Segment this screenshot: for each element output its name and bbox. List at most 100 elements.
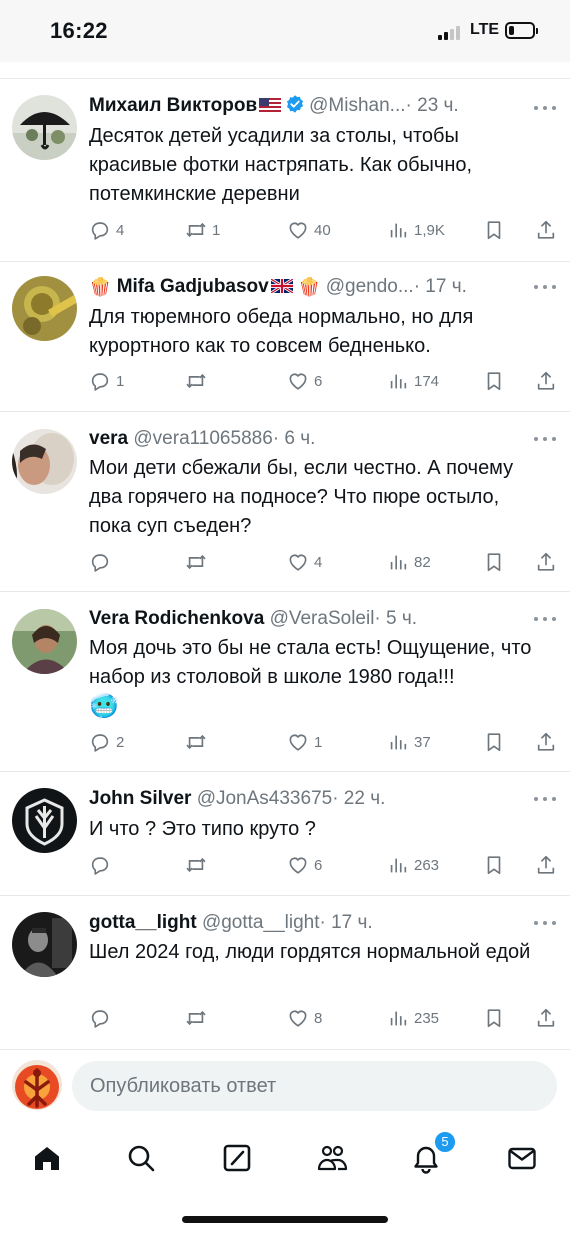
reply[interactable]: Михаил Викторов @Mishan...· 23 ч. Десяток…	[0, 79, 570, 262]
handle[interactable]: @VeraSoleil	[270, 608, 375, 629]
display-name[interactable]: vera	[89, 428, 128, 449]
share-icon	[537, 371, 555, 390]
bookmark-button[interactable]	[483, 1006, 505, 1030]
more-icon[interactable]	[534, 797, 556, 803]
reply-icon	[91, 222, 109, 240]
repost-button[interactable]	[185, 730, 212, 754]
timestamp[interactable]: · 23 ч.	[406, 95, 459, 116]
share-button[interactable]	[535, 730, 557, 754]
repost-button[interactable]	[185, 1006, 212, 1030]
more-icon[interactable]	[534, 106, 556, 112]
tab-messages[interactable]	[502, 1138, 542, 1178]
display-name[interactable]: John Silver	[89, 788, 191, 809]
reply-button[interactable]	[89, 853, 116, 877]
views-button[interactable]: 263	[387, 853, 439, 877]
avatar[interactable]	[12, 429, 77, 494]
repost-icon	[186, 373, 206, 389]
repost-button[interactable]: 1	[185, 218, 220, 242]
reply-button[interactable]: 1	[89, 369, 124, 393]
us-flag-icon	[259, 98, 282, 112]
grok-icon	[223, 1144, 251, 1172]
like-count: 6	[314, 372, 323, 390]
avatar[interactable]	[12, 609, 77, 674]
timestamp[interactable]: · 5 ч.	[374, 608, 417, 629]
views-button[interactable]: 235	[387, 1006, 439, 1030]
more-icon[interactable]	[534, 285, 556, 291]
reply-button[interactable]: 2	[89, 730, 124, 754]
bookmark-icon	[487, 553, 501, 572]
more-icon[interactable]	[534, 437, 556, 443]
share-button[interactable]	[535, 853, 557, 877]
repost-icon	[186, 857, 206, 873]
bookmark-button[interactable]	[483, 218, 505, 242]
reply[interactable]: John Silver @JonAs433675· 22 ч. И что ? …	[0, 772, 570, 896]
avatar[interactable]	[12, 912, 77, 977]
notifications-badge: 5	[434, 1131, 456, 1153]
display-name[interactable]: gotta__light	[89, 912, 197, 933]
like-button[interactable]: 8	[287, 1006, 322, 1030]
avatar[interactable]	[12, 276, 77, 341]
like-button[interactable]: 1	[287, 730, 322, 754]
display-name[interactable]: Vera Rodichenkova	[89, 608, 264, 629]
repost-button[interactable]	[185, 550, 212, 574]
timestamp[interactable]: · 6 ч.	[273, 428, 316, 449]
reply-input[interactable]	[72, 1061, 557, 1111]
handle[interactable]: @gotta__light	[202, 912, 320, 933]
reply[interactable]: Vera Rodichenkova @VeraSoleil· 5 ч. Моя …	[0, 592, 570, 772]
network-type: LTE	[470, 21, 500, 38]
more-icon[interactable]	[534, 921, 556, 927]
timestamp[interactable]: · 17 ч.	[320, 912, 373, 933]
more-icon[interactable]	[534, 617, 556, 623]
bookmark-button[interactable]	[483, 550, 505, 574]
share-button[interactable]	[535, 1006, 557, 1030]
bookmark-icon	[487, 856, 501, 875]
handle[interactable]: @vera11065886	[133, 428, 272, 449]
share-icon	[537, 552, 555, 571]
share-button[interactable]	[535, 369, 557, 393]
views-button[interactable]: 37	[387, 730, 431, 754]
display-name[interactable]: Mifa Gadjubasov	[117, 276, 269, 297]
repost-button[interactable]	[185, 853, 212, 877]
views-button[interactable]: 82	[387, 550, 431, 574]
reply[interactable]: 🍿 Mifa Gadjubasov 🍿 @gendo...· 17 ч. Для…	[0, 262, 570, 412]
like-button[interactable]: 6	[287, 853, 322, 877]
like-button[interactable]: 40	[287, 218, 331, 242]
action-bar: 1 6 174	[89, 369, 559, 393]
timestamp[interactable]: · 22 ч.	[332, 788, 385, 809]
like-count: 4	[314, 553, 323, 571]
like-button[interactable]: 6	[287, 369, 322, 393]
reply[interactable]: vera @vera11065886· 6 ч. Мои дети сбежал…	[0, 412, 570, 592]
timestamp[interactable]: · 17 ч.	[414, 276, 467, 297]
views-button[interactable]: 174	[387, 369, 439, 393]
bookmark-button[interactable]	[483, 853, 505, 877]
share-button[interactable]	[535, 218, 557, 242]
action-bar: 6 263	[89, 853, 559, 877]
reply[interactable]: gotta__light @gotta__light· 17 ч. Шел 20…	[0, 896, 570, 1049]
reply-text: Мои дети сбежали бы, если честно. А поче…	[89, 457, 514, 537]
tab-home[interactable]	[27, 1138, 67, 1178]
share-button[interactable]	[535, 550, 557, 574]
reply-button[interactable]	[89, 1006, 116, 1030]
reply-button[interactable]: 4	[89, 218, 124, 242]
tab-grok[interactable]	[217, 1138, 257, 1178]
reply-icon	[91, 1010, 109, 1028]
repost-icon	[186, 1010, 206, 1026]
own-avatar[interactable]	[12, 1060, 62, 1110]
views-button[interactable]: 1,9K	[387, 218, 445, 242]
handle[interactable]: @JonAs433675	[197, 788, 333, 809]
display-name[interactable]: Михаил Викторов	[89, 95, 257, 116]
handle[interactable]: @Mishan...	[309, 95, 405, 116]
reply-button[interactable]	[89, 550, 116, 574]
bookmark-button[interactable]	[483, 369, 505, 393]
battery-icon	[505, 22, 538, 39]
like-button[interactable]: 4	[287, 550, 322, 574]
repost-icon	[186, 554, 206, 570]
avatar[interactable]	[12, 788, 77, 853]
bookmark-button[interactable]	[483, 730, 505, 754]
avatar[interactable]	[12, 95, 77, 160]
bookmark-icon	[487, 372, 501, 391]
repost-button[interactable]	[185, 369, 212, 393]
tab-search[interactable]	[121, 1138, 161, 1178]
tab-communities[interactable]	[312, 1138, 352, 1178]
handle[interactable]: @gendo...	[326, 276, 414, 297]
